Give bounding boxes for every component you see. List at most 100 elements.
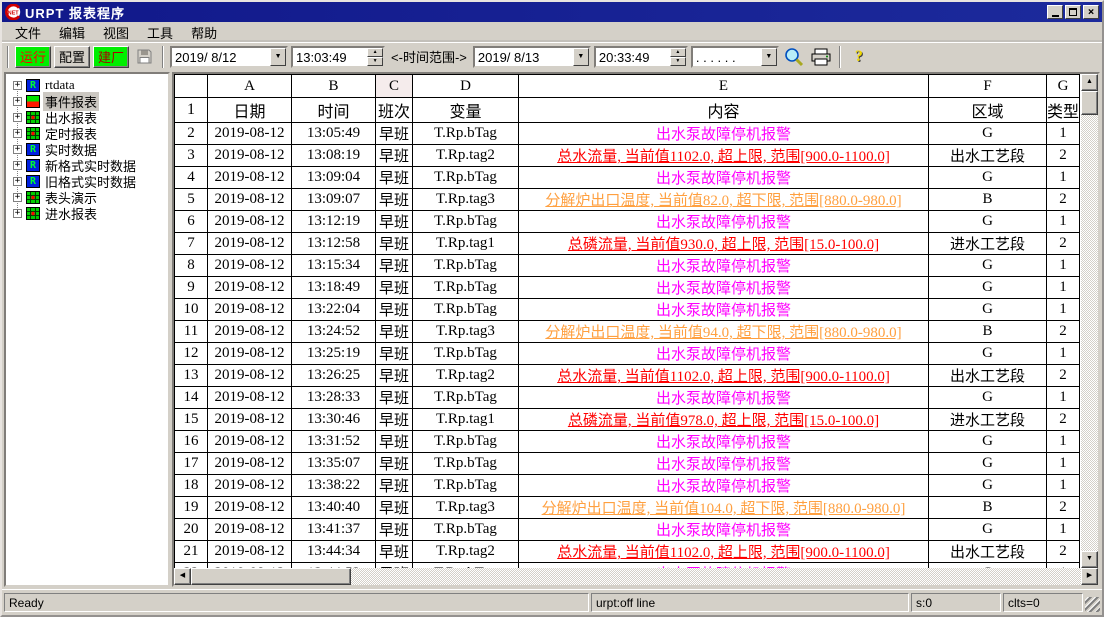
cell-type[interactable]: 1 [1047,123,1080,145]
cell-shift[interactable]: 早班 [376,123,413,145]
cell-variable[interactable]: T.Rp.bTag [413,255,519,277]
end-time-spinner[interactable]: 20:33:49 ▲▼ [594,46,688,68]
cell-region[interactable]: G [929,475,1047,497]
cell-region[interactable]: B [929,189,1047,211]
cell-date[interactable]: 2019-08-12 [208,123,292,145]
cell-type[interactable]: 1 [1047,343,1080,365]
cell-content[interactable]: 出水泵故障停机报警 [519,387,929,409]
cell-content[interactable]: 出水泵故障停机报警 [519,255,929,277]
cell-type[interactable]: 2 [1047,541,1080,563]
cell-shift[interactable]: 早班 [376,255,413,277]
cell-region[interactable]: B [929,497,1047,519]
cell-variable[interactable]: T.Rp.tag2 [413,365,519,387]
header-content[interactable]: 内容 [519,98,929,123]
vertical-scrollbar[interactable]: ▲ ▼ [1081,74,1098,568]
print-button[interactable] [809,46,833,68]
cell-variable[interactable]: T.Rp.bTag [413,519,519,541]
cell-date[interactable]: 2019-08-12 [208,365,292,387]
cell-date[interactable]: 2019-08-12 [208,431,292,453]
cell-date[interactable]: 2019-08-12 [208,189,292,211]
cell-time[interactable]: 13:24:52 [292,321,376,343]
build-plant-button[interactable]: 建厂 [93,46,129,68]
cell-shift[interactable]: 早班 [376,321,413,343]
cell-region[interactable]: G [929,453,1047,475]
help-button[interactable]: ? [847,46,871,68]
cell-content[interactable]: 总水流量, 当前值1102.0, 超上限, 范围[900.0-1100.0] [519,541,929,563]
cell-type[interactable]: 1 [1047,277,1080,299]
row-number[interactable]: 8 [175,255,208,277]
cell-variable[interactable]: T.Rp.tag1 [413,233,519,255]
cell-content[interactable]: 出水泵故障停机报警 [519,299,929,321]
cell-type[interactable]: 2 [1047,321,1080,343]
column-header-b[interactable]: B [292,75,376,98]
expand-icon[interactable]: + [13,81,22,90]
cell-region[interactable]: G [929,343,1047,365]
cell-region[interactable]: G [929,387,1047,409]
chevron-down-icon[interactable]: ▼ [573,48,589,66]
cell-date[interactable]: 2019-08-12 [208,497,292,519]
cell-type[interactable]: 2 [1047,145,1080,167]
header-region[interactable]: 区域 [929,98,1047,123]
cell-time[interactable]: 13:35:07 [292,453,376,475]
cell-variable[interactable]: T.Rp.tag2 [413,145,519,167]
row-number[interactable]: 9 [175,277,208,299]
horizontal-scroll-track[interactable] [351,568,1081,585]
close-button[interactable]: × [1083,5,1099,19]
cell-type[interactable]: 1 [1047,475,1080,497]
cell-date[interactable]: 2019-08-12 [208,475,292,497]
row-number[interactable]: 19 [175,497,208,519]
cell-date[interactable]: 2019-08-12 [208,211,292,233]
cell-time[interactable]: 13:38:22 [292,475,376,497]
cell-time[interactable]: 13:09:07 [292,189,376,211]
cell-content[interactable]: 总水流量, 当前值1102.0, 超上限, 范围[900.0-1100.0] [519,145,929,167]
cell-time[interactable]: 13:18:49 [292,277,376,299]
chevron-down-icon[interactable]: ▼ [761,48,777,66]
cell-time[interactable]: 13:12:19 [292,211,376,233]
start-date-value[interactable]: 2019/ 8/12 [172,48,270,66]
cell-type[interactable]: 1 [1047,519,1080,541]
cell-date[interactable]: 2019-08-12 [208,233,292,255]
column-header-f[interactable]: F [929,75,1047,98]
cell-shift[interactable]: 早班 [376,365,413,387]
cell-shift[interactable]: 早班 [376,453,413,475]
cell-shift[interactable]: 早班 [376,475,413,497]
column-header-g[interactable]: G [1047,75,1080,98]
cell-type[interactable]: 1 [1047,211,1080,233]
cell-region[interactable]: 出水工艺段 [929,541,1047,563]
spin-up-icon[interactable]: ▲ [670,48,686,57]
cell-shift[interactable]: 早班 [376,387,413,409]
cell-time[interactable]: 13:28:33 [292,387,376,409]
cell-content[interactable]: 出水泵故障停机报警 [519,167,929,189]
cell-content[interactable]: 总磷流量, 当前值978.0, 超上限, 范围[15.0-100.0] [519,409,929,431]
cell-content[interactable]: 出水泵故障停机报警 [519,343,929,365]
cell-time[interactable]: 13:25:19 [292,343,376,365]
cell-time[interactable]: 13:40:40 [292,497,376,519]
resize-grip[interactable] [1085,597,1100,612]
report-select-value[interactable]: . . . . . . [693,48,761,66]
horizontal-scroll-thumb[interactable] [191,568,351,585]
column-header-e[interactable]: E [519,75,929,98]
cell-time[interactable]: 13:41:37 [292,519,376,541]
start-time-spinner[interactable]: 13:03:49 ▲▼ [291,46,385,68]
cell-variable[interactable]: T.Rp.tag3 [413,497,519,519]
menu-edit[interactable]: 编辑 [50,21,94,44]
expand-icon[interactable]: + [13,113,22,122]
minimize-button[interactable] [1047,5,1063,19]
expand-icon[interactable]: + [13,97,22,106]
end-date-value[interactable]: 2019/ 8/13 [475,48,573,66]
cell-date[interactable]: 2019-08-12 [208,299,292,321]
cell-variable[interactable]: T.Rp.bTag [413,123,519,145]
cell-shift[interactable]: 早班 [376,189,413,211]
row-number[interactable]: 16 [175,431,208,453]
cell-shift[interactable]: 早班 [376,343,413,365]
cell-region[interactable]: G [929,519,1047,541]
scroll-left-icon[interactable]: ◀ [174,568,191,585]
vertical-scroll-track[interactable] [1081,115,1098,551]
cell-shift[interactable]: 早班 [376,431,413,453]
cell-time[interactable]: 13:05:49 [292,123,376,145]
cell-variable[interactable]: T.Rp.bTag [413,387,519,409]
expand-icon[interactable]: + [13,129,22,138]
menu-view[interactable]: 视图 [94,21,138,44]
header-date[interactable]: 日期 [208,98,292,123]
spin-down-icon[interactable]: ▼ [367,57,383,66]
